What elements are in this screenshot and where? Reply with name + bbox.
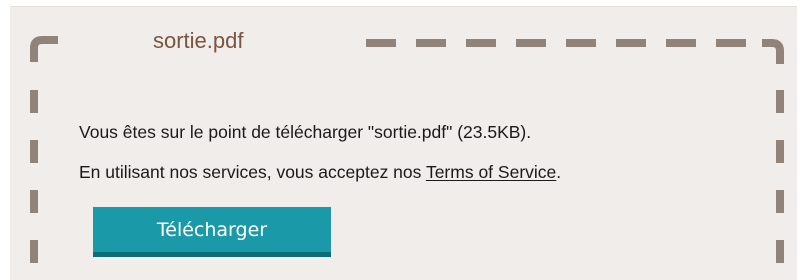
terms-notice-suffix: . <box>556 162 562 182</box>
download-button[interactable]: Télécharger <box>93 207 331 257</box>
terms-notice: En utilisant nos services, vous acceptez… <box>79 160 561 184</box>
file-name-title: sortie.pdf <box>153 28 244 53</box>
terms-of-service-link[interactable]: Terms of Service <box>426 162 556 182</box>
terms-notice-prefix: En utilisant nos services, vous acceptez… <box>79 162 426 182</box>
download-notice: Vous êtes sur le point de télécharger "s… <box>79 122 532 142</box>
download-dialog: sortie.pdf Vous êtes sur le point de tél… <box>0 0 800 280</box>
